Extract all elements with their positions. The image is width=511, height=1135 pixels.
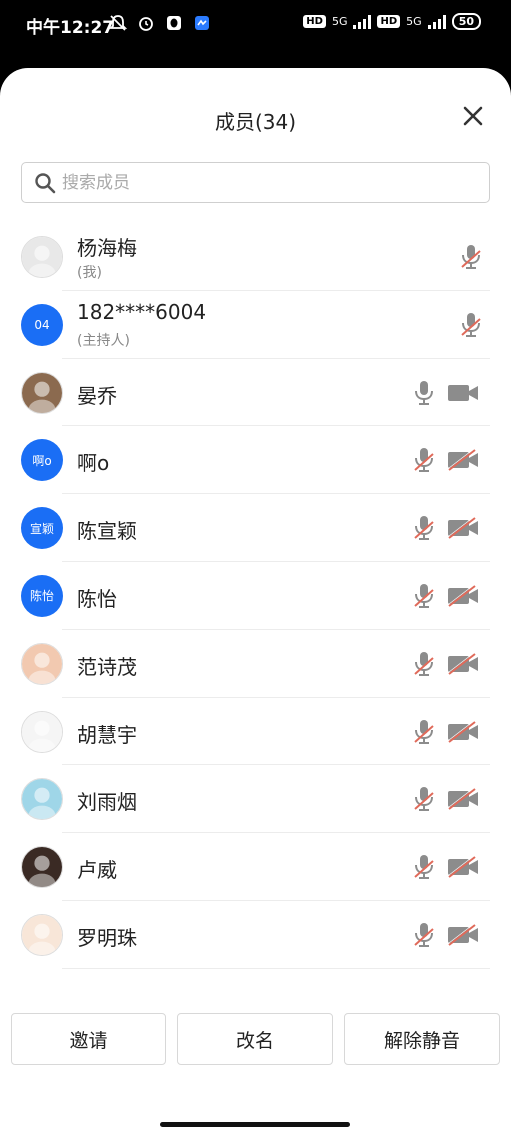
member-row[interactable]: 刘雨烟 [0, 765, 511, 834]
member-row[interactable]: 04 182****6004 (主持人) [0, 291, 511, 359]
camera-off-icon[interactable] [447, 854, 479, 879]
member-row[interactable]: 啊o 啊o [0, 426, 511, 495]
member-row[interactable]: 晏乔 [0, 359, 511, 427]
mic-muted-icon[interactable] [412, 446, 436, 474]
member-row[interactable]: 宣颖 陈宣颖 [0, 494, 511, 562]
action-bar: 邀请 改名 解除静音 [0, 1013, 511, 1065]
avatar-photo [21, 642, 63, 685]
hd-badge-2: HD [377, 15, 401, 28]
home-indicator[interactable] [160, 1122, 350, 1127]
signal-icon-2 [427, 14, 446, 29]
unmute-all-button[interactable]: 解除静音 [344, 1013, 500, 1065]
avatar-initials: 04 [21, 303, 63, 346]
avatar-photo [21, 236, 63, 278]
mic-muted-icon[interactable] [412, 853, 436, 881]
member-row[interactable]: 胡慧宇 [0, 698, 511, 766]
status-bar: 中午12:27 HD 5G HD 5G 50 [0, 0, 511, 50]
camera-off-icon[interactable] [447, 515, 479, 540]
avatar-photo [21, 778, 63, 821]
network-label-2: 5G [406, 15, 422, 28]
mic-icon[interactable] [412, 379, 436, 407]
member-name: 啊o [77, 451, 110, 476]
member-row[interactable]: 陈怡 陈怡 [0, 562, 511, 630]
member-name: 胡慧宇 [77, 722, 137, 747]
member-name: 182****6004 [77, 299, 207, 324]
avatar-initials: 陈怡 [21, 574, 63, 617]
search-input[interactable] [62, 172, 462, 193]
avatar-initials: 宣颖 [21, 507, 63, 550]
mic-muted-icon[interactable] [412, 650, 436, 678]
mic-muted-icon[interactable] [412, 514, 436, 542]
member-row[interactable]: 杨海梅 (我) [0, 223, 511, 291]
close-icon[interactable] [461, 104, 485, 128]
member-list[interactable]: 杨海梅 (我) 04 182****6004 (主持人) 晏乔 啊o 啊o 宣颖 陈宣颖 陈怡 陈怡范… [0, 223, 511, 990]
camera-icon[interactable] [447, 381, 479, 405]
avatar-photo [21, 846, 63, 889]
avatar-photo [21, 371, 63, 414]
camera-off-icon[interactable] [447, 922, 479, 947]
status-right-indicators: HD 5G HD 5G 50 [303, 13, 481, 30]
mic-muted-icon[interactable] [412, 921, 436, 949]
mic-muted-icon[interactable] [412, 785, 436, 813]
member-name: 晏乔 [77, 383, 117, 408]
network-label: 5G [331, 15, 348, 28]
member-role: (主持人) [77, 332, 130, 349]
member-name: 杨海梅 [77, 236, 137, 260]
invite-button[interactable]: 邀请 [11, 1013, 166, 1065]
search-icon [35, 172, 56, 193]
camera-off-icon[interactable] [447, 651, 479, 676]
sheet-title: 成员(34) [214, 110, 297, 134]
status-notification-icons [108, 13, 212, 33]
mic-muted-icon[interactable] [459, 243, 483, 271]
signal-icon [353, 14, 372, 29]
mic-muted-icon[interactable] [412, 718, 436, 746]
member-name: 刘雨烟 [77, 790, 137, 815]
member-name: 陈宣颖 [77, 519, 137, 544]
member-name: 陈怡 [77, 586, 117, 611]
qq-app-icon [167, 16, 181, 30]
hd-badge: HD [303, 15, 326, 28]
mic-muted-icon[interactable] [412, 582, 436, 610]
member-name: 范诗茂 [77, 654, 137, 679]
status-time: 中午12:27 [26, 18, 115, 38]
row-divider [62, 967, 490, 969]
mic-muted-icon[interactable] [459, 311, 483, 339]
meeting-app-icon [195, 16, 209, 30]
battery-indicator: 50 [451, 13, 481, 30]
camera-off-icon[interactable] [447, 719, 479, 744]
member-name: 卢威 [77, 858, 117, 883]
rename-button[interactable]: 改名 [177, 1013, 333, 1065]
camera-off-icon[interactable] [447, 787, 479, 811]
mute-bell-icon [108, 15, 128, 31]
members-sheet: 成员(34) 杨海梅(我)04182****6004(主持人)晏乔啊o啊o宣颖陈… [0, 68, 511, 1135]
search-box[interactable] [21, 162, 490, 203]
alarm-icon [139, 17, 153, 31]
member-row[interactable]: 罗明珠 [0, 901, 511, 969]
member-role: (我) [77, 265, 102, 281]
avatar-photo [21, 913, 63, 956]
avatar-initials: 啊o [21, 439, 63, 482]
member-row[interactable]: 卢威 [0, 833, 511, 901]
member-row[interactable]: 范诗茂 [0, 630, 511, 698]
camera-off-icon[interactable] [447, 448, 479, 472]
avatar-photo [21, 710, 63, 753]
camera-off-icon[interactable] [447, 583, 479, 608]
member-name: 罗明珠 [77, 925, 137, 950]
